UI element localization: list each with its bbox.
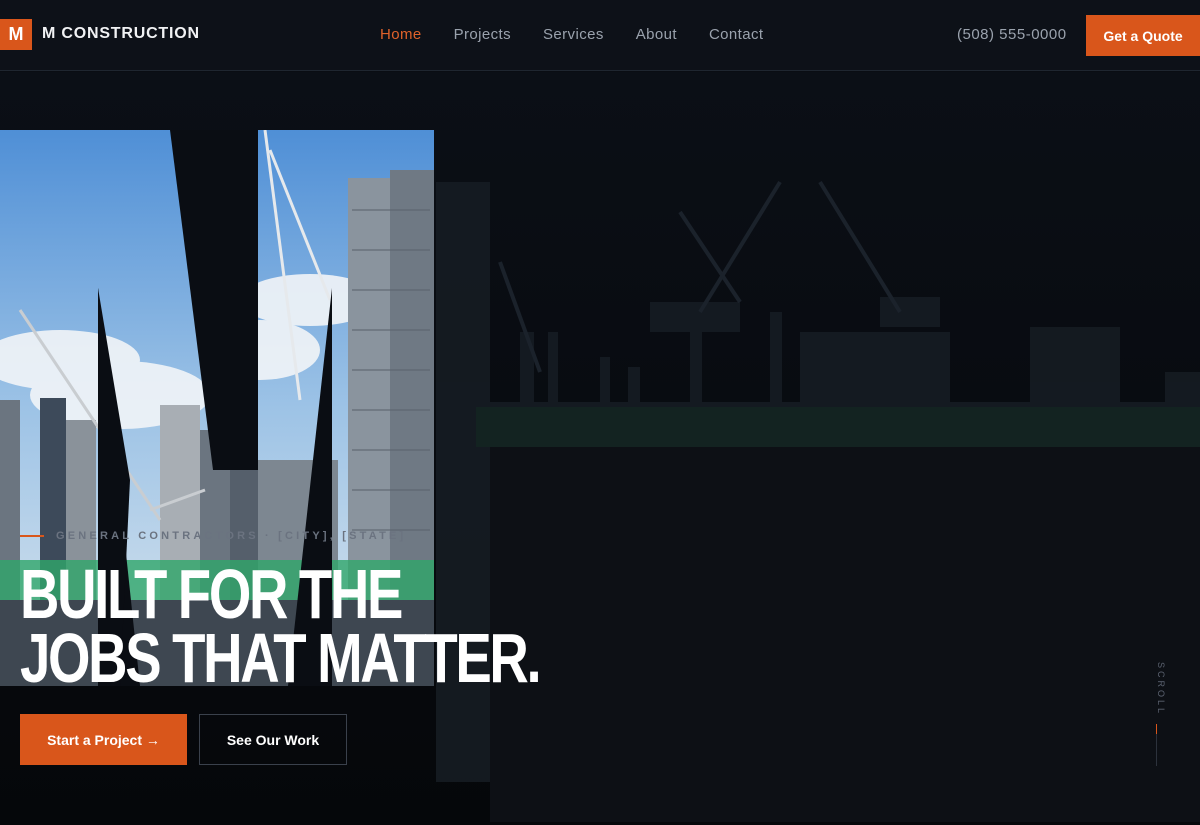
get-quote-button[interactable]: Get a Quote [1086,15,1200,56]
eyebrow-text: GENERAL CONTRACTORS · [CITY], [STATE] [56,530,407,542]
scroll-label: SCROLL [1156,662,1166,717]
nav-link-projects[interactable]: Projects [454,26,511,43]
start-project-button[interactable]: Start a Project → [20,714,187,765]
brand-name[interactable]: M CONSTRUCTION [42,25,200,43]
main-nav: Home Projects Services About Contact [380,26,795,43]
logo-mark[interactable]: M [0,19,32,50]
hero-title-line-2: JOBS THAT MATTER. [20,619,542,697]
page: M M CONSTRUCTION Home Projects Services … [0,0,1200,825]
nav-link-home[interactable]: Home [380,26,422,43]
top-navbar: M M CONSTRUCTION Home Projects Services … [0,0,1200,71]
nav-link-about[interactable]: About [636,26,677,43]
phone-number[interactable]: (508) 555-0000 [957,26,1067,43]
nav-link-services[interactable]: Services [543,26,604,43]
eyebrow-accent-line [20,535,44,537]
hero-title-line-1: BUILT FOR THE [20,555,403,633]
hero-eyebrow: GENERAL CONTRACTORS · [CITY], [STATE] [20,530,406,542]
hero-title: BUILT FOR THE JOBS THAT MATTER. [20,555,542,697]
scroll-line-accent [1156,724,1157,734]
scroll-indicator[interactable]: SCROLL [1148,662,1166,766]
see-our-work-button[interactable]: See Our Work [199,714,347,765]
nav-link-contact[interactable]: Contact [709,26,764,43]
